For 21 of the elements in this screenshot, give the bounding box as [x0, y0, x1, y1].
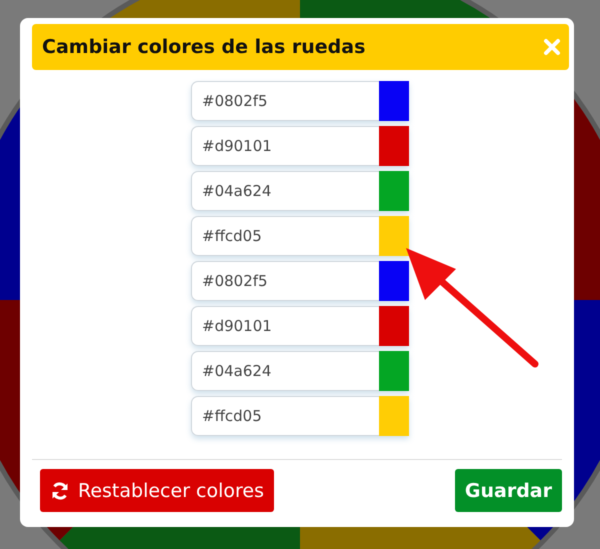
color-input-field[interactable]: #ffcd05 — [191, 216, 379, 256]
reset-colors-button[interactable]: Restablecer colores — [40, 469, 274, 512]
color-input-field[interactable]: #d90101 — [191, 306, 379, 346]
color-input-field[interactable]: #04a624 — [191, 351, 379, 391]
color-swatch[interactable] — [379, 306, 409, 346]
close-icon[interactable] — [543, 38, 561, 56]
color-swatch[interactable] — [379, 351, 409, 391]
dialog-title: Cambiar colores de las ruedas — [42, 36, 366, 58]
color-swatch[interactable] — [379, 396, 409, 436]
color-swatch[interactable] — [379, 171, 409, 211]
color-swatch[interactable] — [379, 81, 409, 121]
refresh-icon — [50, 480, 70, 500]
color-input-field[interactable]: #d90101 — [191, 126, 379, 166]
color-swatch[interactable] — [379, 261, 409, 301]
color-swatch[interactable] — [379, 126, 409, 166]
color-swatch[interactable] — [379, 216, 409, 256]
save-button[interactable]: Guardar — [454, 469, 562, 512]
color-input-field[interactable]: #ffcd05 — [191, 396, 379, 436]
color-input-field[interactable]: #0802f5 — [191, 81, 379, 121]
color-input-field[interactable]: #0802f5 — [191, 261, 379, 301]
color-input-field[interactable]: #04a624 — [191, 171, 379, 211]
